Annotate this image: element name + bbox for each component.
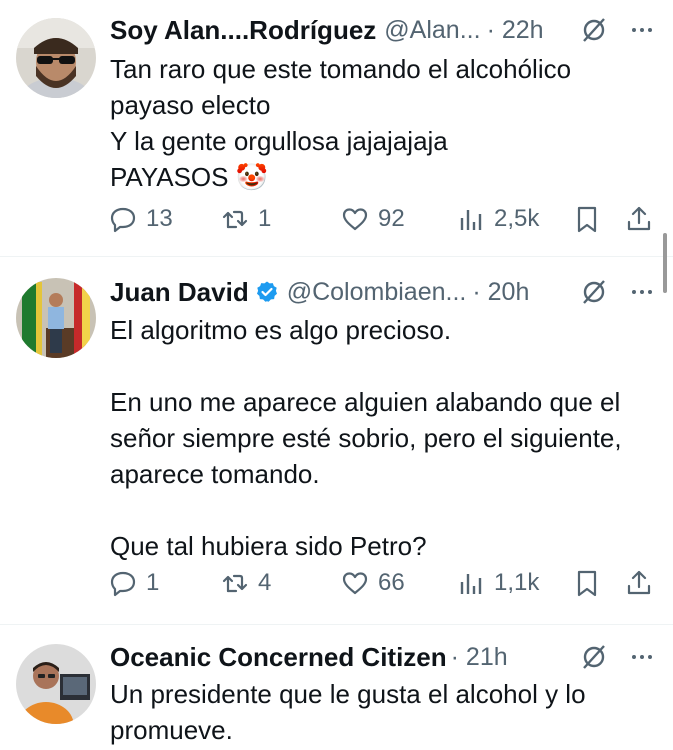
author-handle[interactable]: @Alan... [384,16,480,45]
repost-icon [222,210,248,229]
tweet-header: Soy Alan....Rodríguez @Alan... · 22h [110,13,657,47]
tweet-line: PAYASOS 🤡 [110,162,269,192]
tweet-line: payaso electo [110,90,271,120]
header-icons [579,13,657,47]
share-button[interactable] [624,201,662,237]
verified-badge-icon [256,281,277,302]
tweet-line: Un presidente que le gusta el alcohol y … [110,679,586,709]
repost-count: 4 [258,569,272,596]
bookmark-button[interactable] [572,565,610,601]
tweet[interactable]: Oceanic Concerned Citizen · 21h Un presi… [0,625,673,750]
repost-count: 1 [258,205,272,232]
bookmark-icon [577,206,597,233]
bookmark-icon [577,570,597,597]
tweet-actions: 1 4 66 1,1k [108,565,659,601]
tweet-text: Tan raro que este tomando el alcohólico … [110,51,657,195]
author-name[interactable]: Oceanic Concerned Citizen [110,642,447,673]
tweet-time[interactable]: · 20h [472,278,529,307]
repost-button[interactable]: 1 [220,201,271,237]
view-count: 1,1k [494,569,540,596]
reply-icon [110,571,136,597]
heart-icon [342,572,368,595]
more-options-icon[interactable] [627,15,657,45]
author-name[interactable]: Juan David [110,277,249,308]
tweet[interactable]: Soy Alan....Rodríguez @Alan... · 22h Tan… [0,0,673,252]
like-button[interactable]: 66 [340,565,405,601]
share-button[interactable] [624,565,662,601]
tweet-header: Juan David @Colombiaen... · 20h [110,275,657,309]
more-options-icon[interactable] [627,277,657,307]
avatar[interactable] [16,644,96,724]
reply-icon [110,207,136,233]
share-icon [627,570,651,595]
like-count: 66 [378,569,405,596]
tweet-header: Oceanic Concerned Citizen · 21h [110,640,657,674]
tweet-line: promueve. [110,715,233,745]
scrollbar[interactable] [663,233,667,293]
tweet-line: aparece tomando. [110,459,320,489]
like-count: 92 [378,205,405,232]
reply-count: 13 [146,205,173,232]
reply-button[interactable]: 1 [108,565,159,601]
tweet[interactable]: Juan David @Colombiaen... · 20h El algor… [0,257,673,623]
tweet-line: En uno me aparece alguien alabando que e… [110,387,621,417]
tweet-text: Un presidente que le gusta el alcohol y … [110,676,657,748]
views-button[interactable]: 2,5k [456,201,539,237]
grok-icon[interactable] [579,642,609,672]
tweet-line: Que tal hubiera sido Petro? [110,531,427,561]
tweet-line: ​ [110,492,657,528]
views-icon [460,210,482,230]
repost-button[interactable]: 4 [220,565,271,601]
tweet-line: señor siempre esté sobrio, pero el sigui… [110,423,622,453]
bookmark-button[interactable] [572,201,610,237]
tweet-actions: 13 1 92 2,5k [108,201,659,237]
tweet-time[interactable]: · 21h [451,643,508,672]
repost-icon [222,574,248,593]
author-name[interactable]: Soy Alan....Rodríguez [110,15,376,46]
author-handle[interactable]: @Colombiaen... [287,278,467,307]
reply-button[interactable]: 13 [108,201,173,237]
view-count: 2,5k [494,205,540,232]
grok-icon[interactable] [579,15,609,45]
grok-icon[interactable] [579,277,609,307]
more-options-icon[interactable] [627,642,657,672]
tweet-line: Y la gente orgullosa jajajajaja [110,126,448,156]
tweet-line: Tan raro que este tomando el alcohólico [110,54,572,84]
views-button[interactable]: 1,1k [456,565,539,601]
heart-icon [342,208,368,231]
header-icons [579,275,657,309]
header-icons [579,640,657,674]
tweet-text: El algoritmo es algo precioso. ​ En uno … [110,312,657,564]
tweet-line: El algoritmo es algo precioso. [110,315,452,345]
avatar[interactable] [16,278,96,358]
views-icon [460,574,482,594]
reply-count: 1 [146,569,160,596]
share-icon [627,206,651,231]
like-button[interactable]: 92 [340,201,405,237]
avatar[interactable] [16,18,96,98]
tweet-line: ​ [110,348,657,384]
tweet-time[interactable]: · 22h [487,16,544,45]
